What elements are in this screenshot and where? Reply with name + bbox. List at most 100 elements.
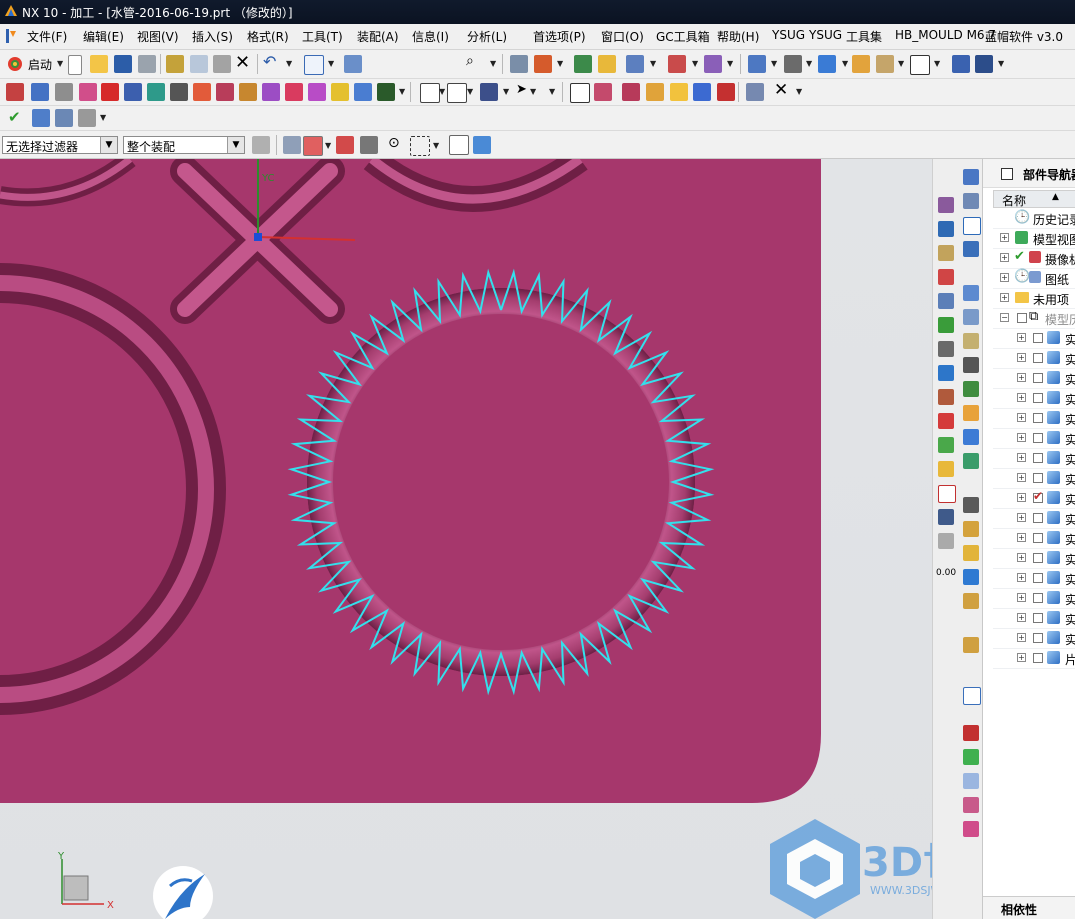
view-cube-icon[interactable] — [818, 55, 836, 73]
visibility-checkbox[interactable] — [1017, 313, 1027, 323]
undo-icon[interactable]: ↶ — [263, 52, 276, 71]
verify-dropdown-icon[interactable]: ▼ — [503, 87, 509, 96]
fixture-icon[interactable] — [963, 309, 979, 325]
program-order-view-icon[interactable] — [570, 83, 590, 103]
snap-point-icon[interactable] — [283, 136, 301, 154]
wcs-origin[interactable] — [254, 233, 262, 241]
replay-icon[interactable] — [447, 83, 467, 103]
tree-node-feature[interactable]: + 实体 ✔ — [993, 488, 1075, 509]
drill-icon[interactable] — [193, 83, 211, 101]
expand-icon[interactable]: + — [1017, 533, 1026, 542]
postprocess-dropdown-icon[interactable]: ▼ — [530, 87, 536, 96]
vector-icon[interactable] — [626, 55, 644, 73]
sheet-icon[interactable] — [938, 461, 954, 477]
shop-doc-icon[interactable] — [377, 83, 395, 101]
graphics-viewport[interactable]: YC Y X 3D世界网 WWW.3DSJW.COM — [0, 159, 932, 919]
tree-node-feature[interactable]: + 实体 — [993, 408, 1075, 429]
expand-icon[interactable]: + — [1000, 293, 1009, 302]
menu-ysug-2[interactable]: YSUG — [809, 28, 842, 42]
visibility-checkbox[interactable] — [1033, 373, 1043, 383]
menu-hb-mould[interactable]: HB_MOULD M6.7 — [895, 28, 996, 42]
expand-icon[interactable]: + — [1000, 233, 1009, 242]
transform-icon[interactable] — [746, 83, 764, 101]
cube-green-icon[interactable] — [963, 749, 979, 765]
wizard-icon[interactable] — [963, 637, 979, 653]
kit-icon[interactable] — [963, 333, 979, 349]
tree-node-feature[interactable]: + 实体 — [993, 428, 1075, 449]
view-dropdown-icon[interactable]: ▼ — [842, 59, 848, 68]
expand-icon[interactable]: + — [1017, 573, 1026, 582]
part-navigator-icon[interactable] — [963, 169, 979, 185]
expand-icon[interactable]: + — [1000, 273, 1009, 282]
menu-logo-icon[interactable] — [4, 28, 18, 44]
start-button[interactable]: 启动 — [28, 56, 52, 73]
expand-icon[interactable]: + — [1000, 253, 1009, 262]
orient-dropdown-icon[interactable]: ▼ — [806, 59, 812, 68]
fixed-axis-icon[interactable] — [308, 83, 326, 101]
tree-node-feature[interactable]: + 实体 — [993, 388, 1075, 409]
start-dropdown-icon[interactable]: ▼ — [57, 59, 63, 68]
menu-format[interactable]: 格式(R) — [247, 28, 289, 45]
delete-operation-icon[interactable]: ✕ — [774, 80, 788, 100]
workpiece-icon[interactable] — [124, 83, 142, 101]
model-canvas[interactable]: YC Y X 3D世界网 WWW.3DSJW.COM — [0, 159, 932, 919]
create-program-icon[interactable] — [6, 83, 24, 101]
check-icon[interactable]: ✔ — [8, 108, 21, 126]
surface-icon[interactable] — [262, 83, 280, 101]
render-dropdown-icon[interactable]: ▼ — [771, 59, 777, 68]
copy-icon[interactable] — [190, 55, 208, 73]
menu-help[interactable]: 帮助(H) — [717, 28, 759, 45]
navigator-toggle-icon[interactable] — [1001, 168, 1013, 180]
menu-tools[interactable]: 工具(T) — [302, 28, 343, 45]
background-dropdown-icon[interactable]: ▼ — [898, 59, 904, 68]
expand-icon[interactable]: + — [1017, 413, 1026, 422]
object-icon[interactable] — [717, 83, 735, 101]
expand-icon[interactable]: + — [1017, 333, 1026, 342]
expand-icon[interactable]: + — [1017, 653, 1026, 662]
vector-dropdown-icon[interactable]: ▼ — [650, 59, 656, 68]
machine-icon[interactable] — [963, 285, 979, 301]
expand-icon[interactable]: + — [1017, 353, 1026, 362]
snap-icon[interactable] — [574, 55, 592, 73]
tree-node-history-mode[interactable]: 🕒 历史记录模式 — [993, 208, 1075, 229]
utility-icon[interactable] — [78, 109, 96, 127]
verify-icon[interactable] — [480, 83, 498, 101]
tree-node-model-views[interactable]: + 模型视图 — [993, 228, 1075, 249]
selection-filter-select[interactable]: 无选择过滤器 ▼ — [2, 136, 118, 154]
tree-node-model-history[interactable]: − ⧉ 模型历史记录 — [993, 308, 1075, 329]
visibility-checkbox[interactable] — [1033, 393, 1043, 403]
visibility-checkbox[interactable] — [1033, 573, 1043, 583]
cube-pink-icon[interactable] — [963, 797, 979, 813]
component-icon[interactable] — [975, 55, 993, 73]
electrode-icon[interactable] — [963, 821, 979, 837]
tool-edit-icon[interactable] — [693, 83, 711, 101]
expand-icon[interactable]: + — [1017, 453, 1026, 462]
visibility-checkbox[interactable] — [1033, 533, 1043, 543]
print-icon[interactable] — [138, 55, 156, 73]
more-dropdown-icon[interactable]: ▼ — [549, 87, 555, 96]
search-dropdown-icon[interactable]: ▼ — [490, 59, 496, 68]
camera-icon[interactable] — [963, 497, 979, 513]
bounding-icon[interactable] — [32, 109, 50, 127]
ruler-icon[interactable] — [704, 55, 722, 73]
generate-dropdown-icon[interactable]: ▼ — [439, 87, 445, 96]
expand-icon[interactable]: + — [1017, 373, 1026, 382]
intent-icon[interactable] — [336, 136, 354, 154]
tree-node-feature[interactable]: + 实体 — [993, 548, 1075, 569]
mcs-icon[interactable] — [147, 83, 165, 101]
visibility-checkbox[interactable] — [1033, 353, 1043, 363]
visibility-checkbox[interactable] — [1033, 333, 1043, 343]
search-icon[interactable]: ⌕ — [466, 53, 474, 69]
undo-dropdown-icon[interactable]: ▼ — [286, 59, 292, 68]
menu-ysug-1[interactable]: YSUG — [772, 28, 805, 42]
mould-icon[interactable] — [938, 485, 956, 503]
palette-icon[interactable] — [938, 389, 954, 405]
mill-planar-icon[interactable] — [239, 83, 257, 101]
geometry-view-icon[interactable] — [622, 83, 640, 101]
assembly-icon[interactable] — [963, 193, 979, 209]
selection-scope-select[interactable]: 整个装配 ▼ — [123, 136, 245, 154]
expand-icon[interactable]: + — [1017, 553, 1026, 562]
tree-node-feature[interactable]: + 实体 — [993, 468, 1075, 489]
wcs-icon[interactable] — [534, 55, 552, 73]
tree-node-feature[interactable]: + 片体 — [993, 648, 1075, 669]
